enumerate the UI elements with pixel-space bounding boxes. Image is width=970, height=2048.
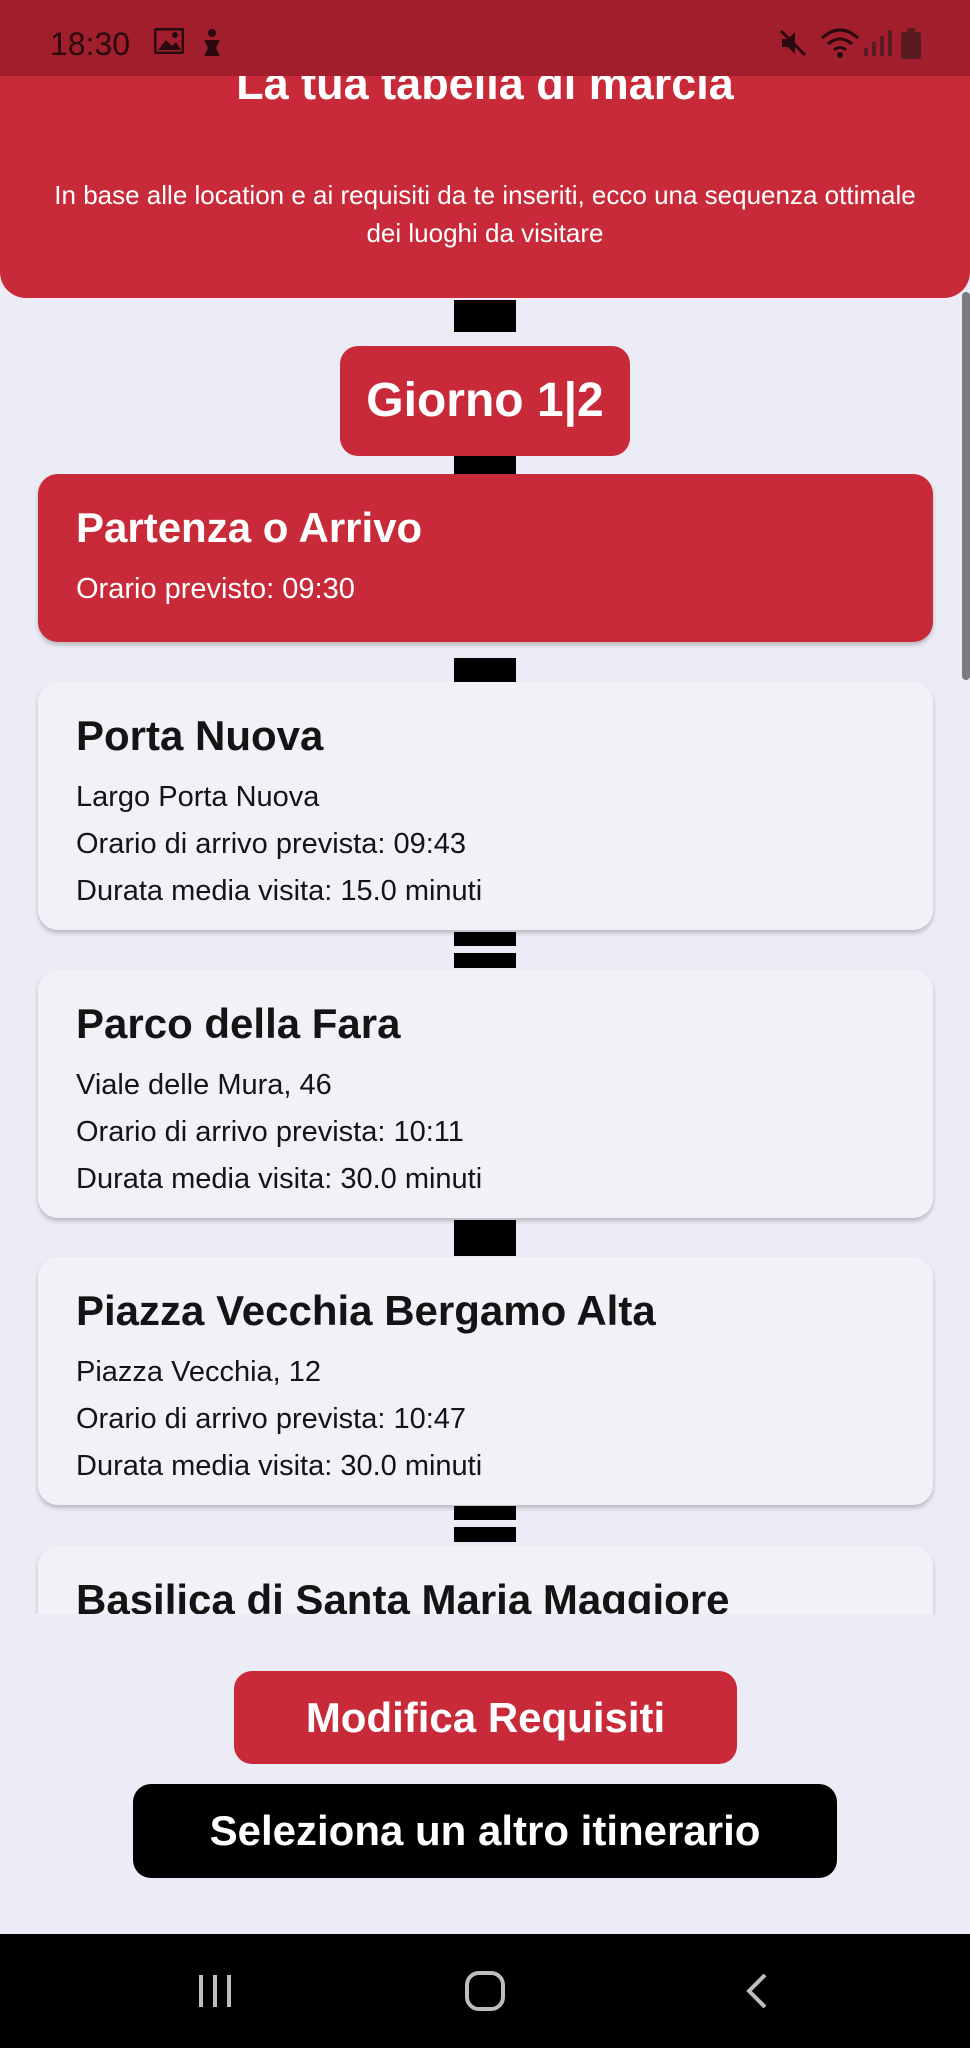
status-bar: 18:30 bbox=[0, 0, 970, 76]
day-badge: Giorno 1|2 bbox=[340, 346, 630, 456]
scrollbar[interactable] bbox=[962, 292, 970, 680]
stop-card[interactable]: Basilica di Santa Maria Maggiore bbox=[38, 1546, 933, 1614]
back-icon bbox=[746, 1973, 767, 2009]
stop-card[interactable]: Piazza Vecchia Bergamo Alta Piazza Vecch… bbox=[38, 1257, 933, 1505]
timeline-connector bbox=[454, 1220, 516, 1256]
stop-card[interactable]: Parco della Fara Viale delle Mura, 46 Or… bbox=[38, 970, 933, 1218]
timeline-connector bbox=[454, 932, 516, 968]
stop-arrival: Orario di arrivo prevista: 10:11 bbox=[76, 1116, 464, 1148]
wifi-icon bbox=[821, 28, 859, 58]
page-subtitle: In base alle location e ai requisiti da … bbox=[54, 180, 916, 248]
stop-duration: Durata media visita: 15.0 minuti bbox=[76, 875, 483, 907]
timeline-connector bbox=[454, 658, 516, 682]
stop-duration: Durata media visita: 30.0 minuti bbox=[76, 1450, 483, 1482]
back-button[interactable] bbox=[686, 1934, 826, 2048]
start-card[interactable]: Partenza o Arrivo Orario previsto: 09:30 bbox=[38, 474, 933, 642]
stop-name: Porta Nuova bbox=[76, 712, 324, 759]
itinerary-list[interactable]: Partenza o Arrivo Orario previsto: 09:30… bbox=[0, 300, 970, 1614]
status-time: 18:30 bbox=[50, 26, 131, 62]
stop-name: Parco della Fara bbox=[76, 1000, 401, 1047]
accessibility-icon bbox=[204, 29, 220, 56]
stop-name: Basilica di Santa Maria Maggiore bbox=[76, 1576, 730, 1614]
stop-name: Piazza Vecchia Bergamo Alta bbox=[76, 1287, 656, 1334]
battery-icon bbox=[901, 28, 921, 59]
timeline-connector bbox=[454, 456, 516, 474]
timeline-connector bbox=[454, 1506, 516, 1542]
select-other-itinerary-button[interactable]: Seleziona un altro itinerario bbox=[133, 1784, 837, 1878]
signal-icon bbox=[864, 30, 892, 56]
start-card-time: Orario previsto: 09:30 bbox=[76, 573, 355, 605]
home-icon bbox=[465, 1971, 505, 2011]
recent-apps-icon bbox=[199, 1975, 231, 2007]
stop-duration: Durata media visita: 30.0 minuti bbox=[76, 1163, 483, 1195]
stop-arrival: Orario di arrivo prevista: 09:43 bbox=[76, 828, 467, 860]
start-card-title: Partenza o Arrivo bbox=[76, 504, 423, 551]
mute-icon bbox=[779, 29, 807, 57]
stop-address: Largo Porta Nuova bbox=[76, 781, 320, 813]
stop-arrival: Orario di arrivo prevista: 10:47 bbox=[76, 1403, 467, 1435]
stop-address: Viale delle Mura, 46 bbox=[76, 1069, 332, 1101]
recent-apps-button[interactable] bbox=[145, 1934, 285, 2048]
home-button[interactable] bbox=[415, 1934, 555, 2048]
timeline-connector bbox=[454, 300, 516, 332]
modify-requirements-button[interactable]: Modifica Requisiti bbox=[234, 1671, 737, 1764]
stop-card[interactable]: Porta Nuova Largo Porta Nuova Orario di … bbox=[38, 682, 933, 930]
stop-address: Piazza Vecchia, 12 bbox=[76, 1356, 322, 1388]
gallery-icon bbox=[154, 28, 184, 54]
system-nav-bar bbox=[0, 1934, 970, 2048]
